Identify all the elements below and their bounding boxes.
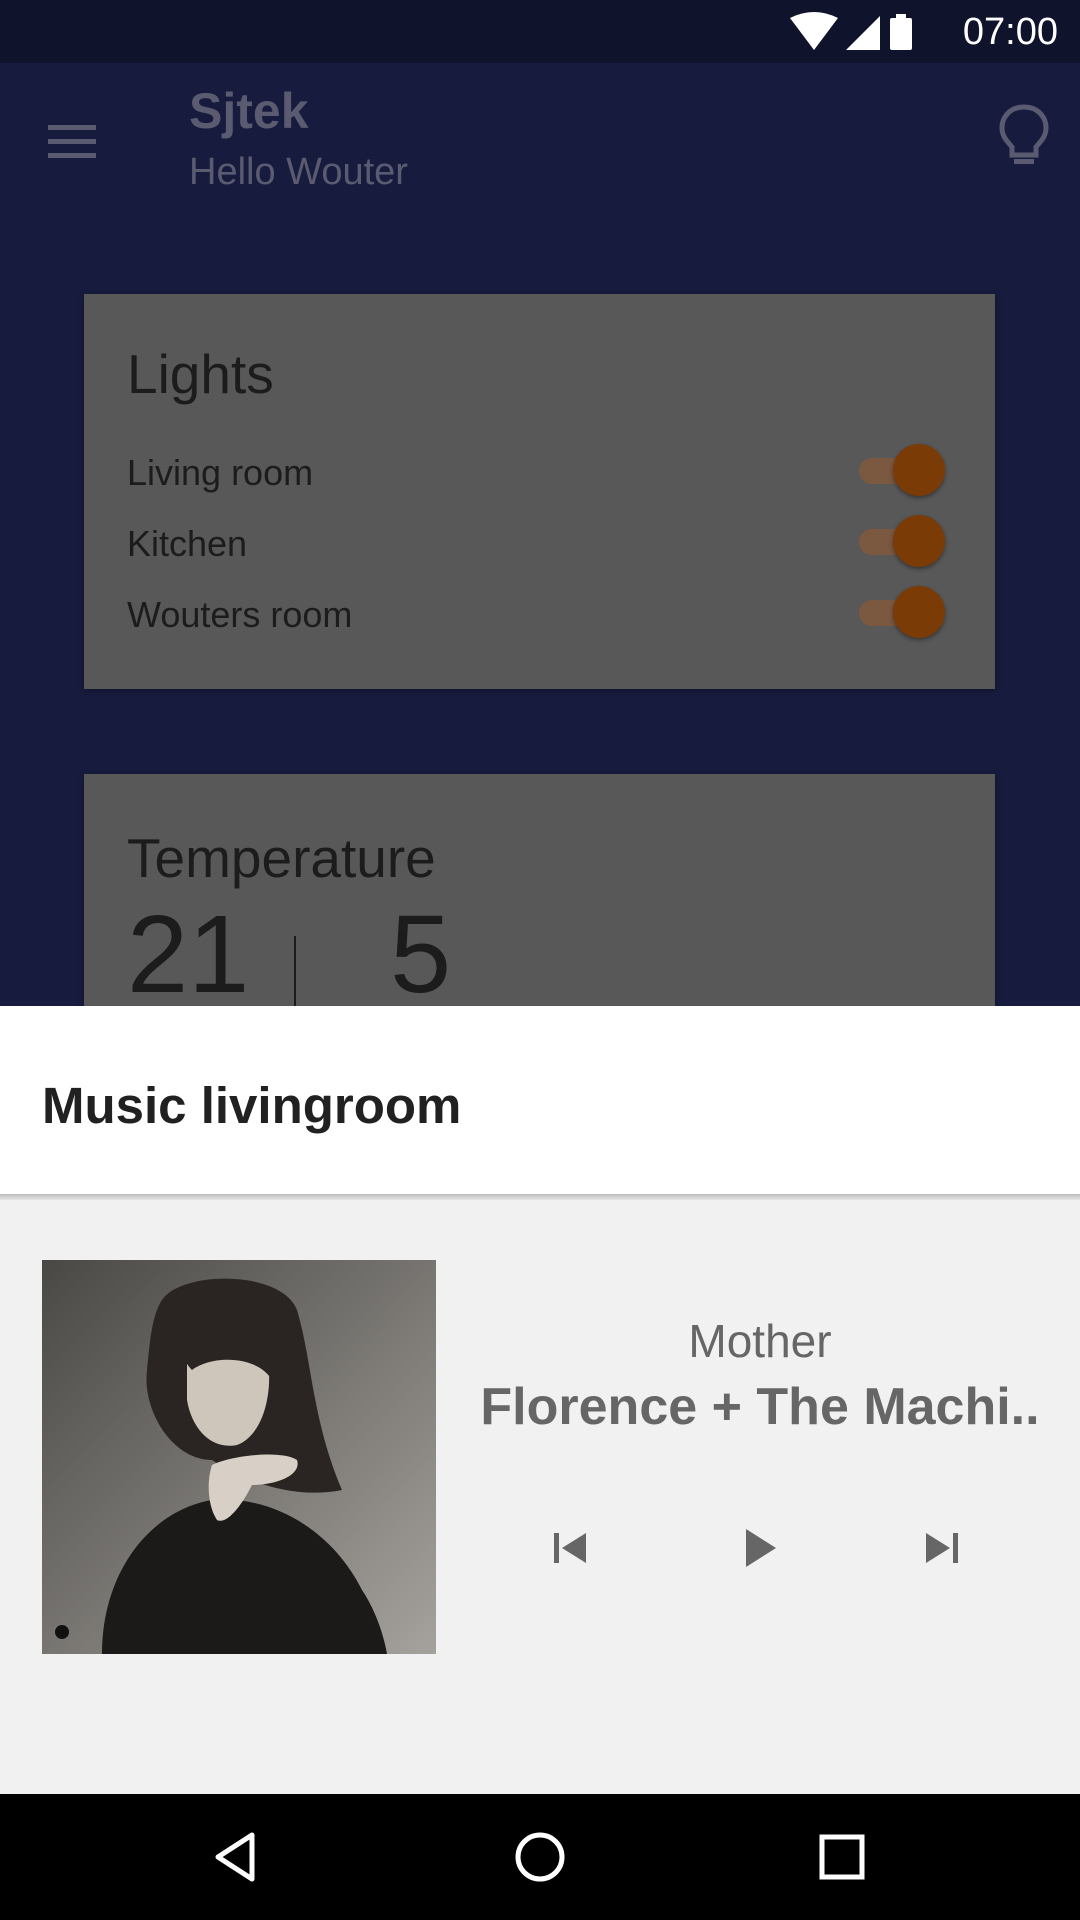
light-label: Wouters room [127, 594, 353, 635]
lights-card: Lights Living room Kitchen Wouters room [84, 294, 995, 689]
track-artist: Florence + The Machi.. [480, 1378, 1040, 1436]
back-button[interactable] [206, 1827, 266, 1887]
album-art [42, 1260, 436, 1654]
temperature-outside: 5 [390, 893, 452, 1016]
lightbulb-icon[interactable] [998, 103, 1050, 167]
toggle-thumb [893, 515, 945, 567]
status-time: 07:00 [962, 11, 1058, 53]
back-icon [215, 1832, 255, 1882]
play-button[interactable] [730, 1517, 790, 1577]
navigation-bar [0, 1794, 1080, 1920]
skip-previous-icon [554, 1533, 586, 1563]
skip-next-button[interactable] [914, 1517, 974, 1577]
app-bar: Sjtek Hello Wouter [0, 63, 1080, 243]
temperature-inside: 21 [127, 893, 250, 1016]
home-button[interactable] [510, 1827, 570, 1887]
skip-previous-button[interactable] [540, 1517, 600, 1577]
light-row-kitchen: Kitchen [127, 511, 955, 571]
recents-button[interactable] [812, 1827, 872, 1887]
living-room-toggle[interactable] [855, 444, 945, 496]
battery-icon [890, 14, 912, 50]
status-bar: 07:00 [0, 0, 1080, 63]
home-icon [515, 1832, 565, 1882]
light-label: Living room [127, 452, 314, 493]
skip-next-icon [926, 1533, 958, 1563]
wifi-icon [790, 12, 838, 50]
temperature-card-title: Temperature [127, 827, 436, 889]
menu-icon[interactable] [44, 113, 100, 169]
app-title: Sjtek [189, 83, 309, 139]
kitchen-toggle[interactable] [855, 515, 945, 567]
lights-card-title: Lights [127, 343, 274, 405]
light-row-living-room: Living room [127, 440, 955, 500]
app-subtitle: Hello Wouter [189, 151, 408, 193]
light-row-wouters-room: Wouters room [127, 582, 955, 642]
music-sheet-body: Mother Florence + The Machi.. [0, 1200, 1080, 1794]
temperature-card: Temperature 21 5 [84, 774, 995, 1026]
track-title: Mother [688, 1315, 832, 1367]
status-icons [788, 12, 914, 52]
recents-icon [819, 1834, 865, 1880]
light-label: Kitchen [127, 523, 248, 564]
wouters-room-toggle[interactable] [855, 586, 945, 638]
music-sheet-header: Music livingroom [0, 1006, 1080, 1194]
signal-icon [846, 16, 880, 50]
toggle-thumb [893, 444, 945, 496]
play-icon [746, 1529, 776, 1567]
toggle-thumb [893, 586, 945, 638]
music-sheet-title: Music livingroom [42, 1077, 462, 1134]
